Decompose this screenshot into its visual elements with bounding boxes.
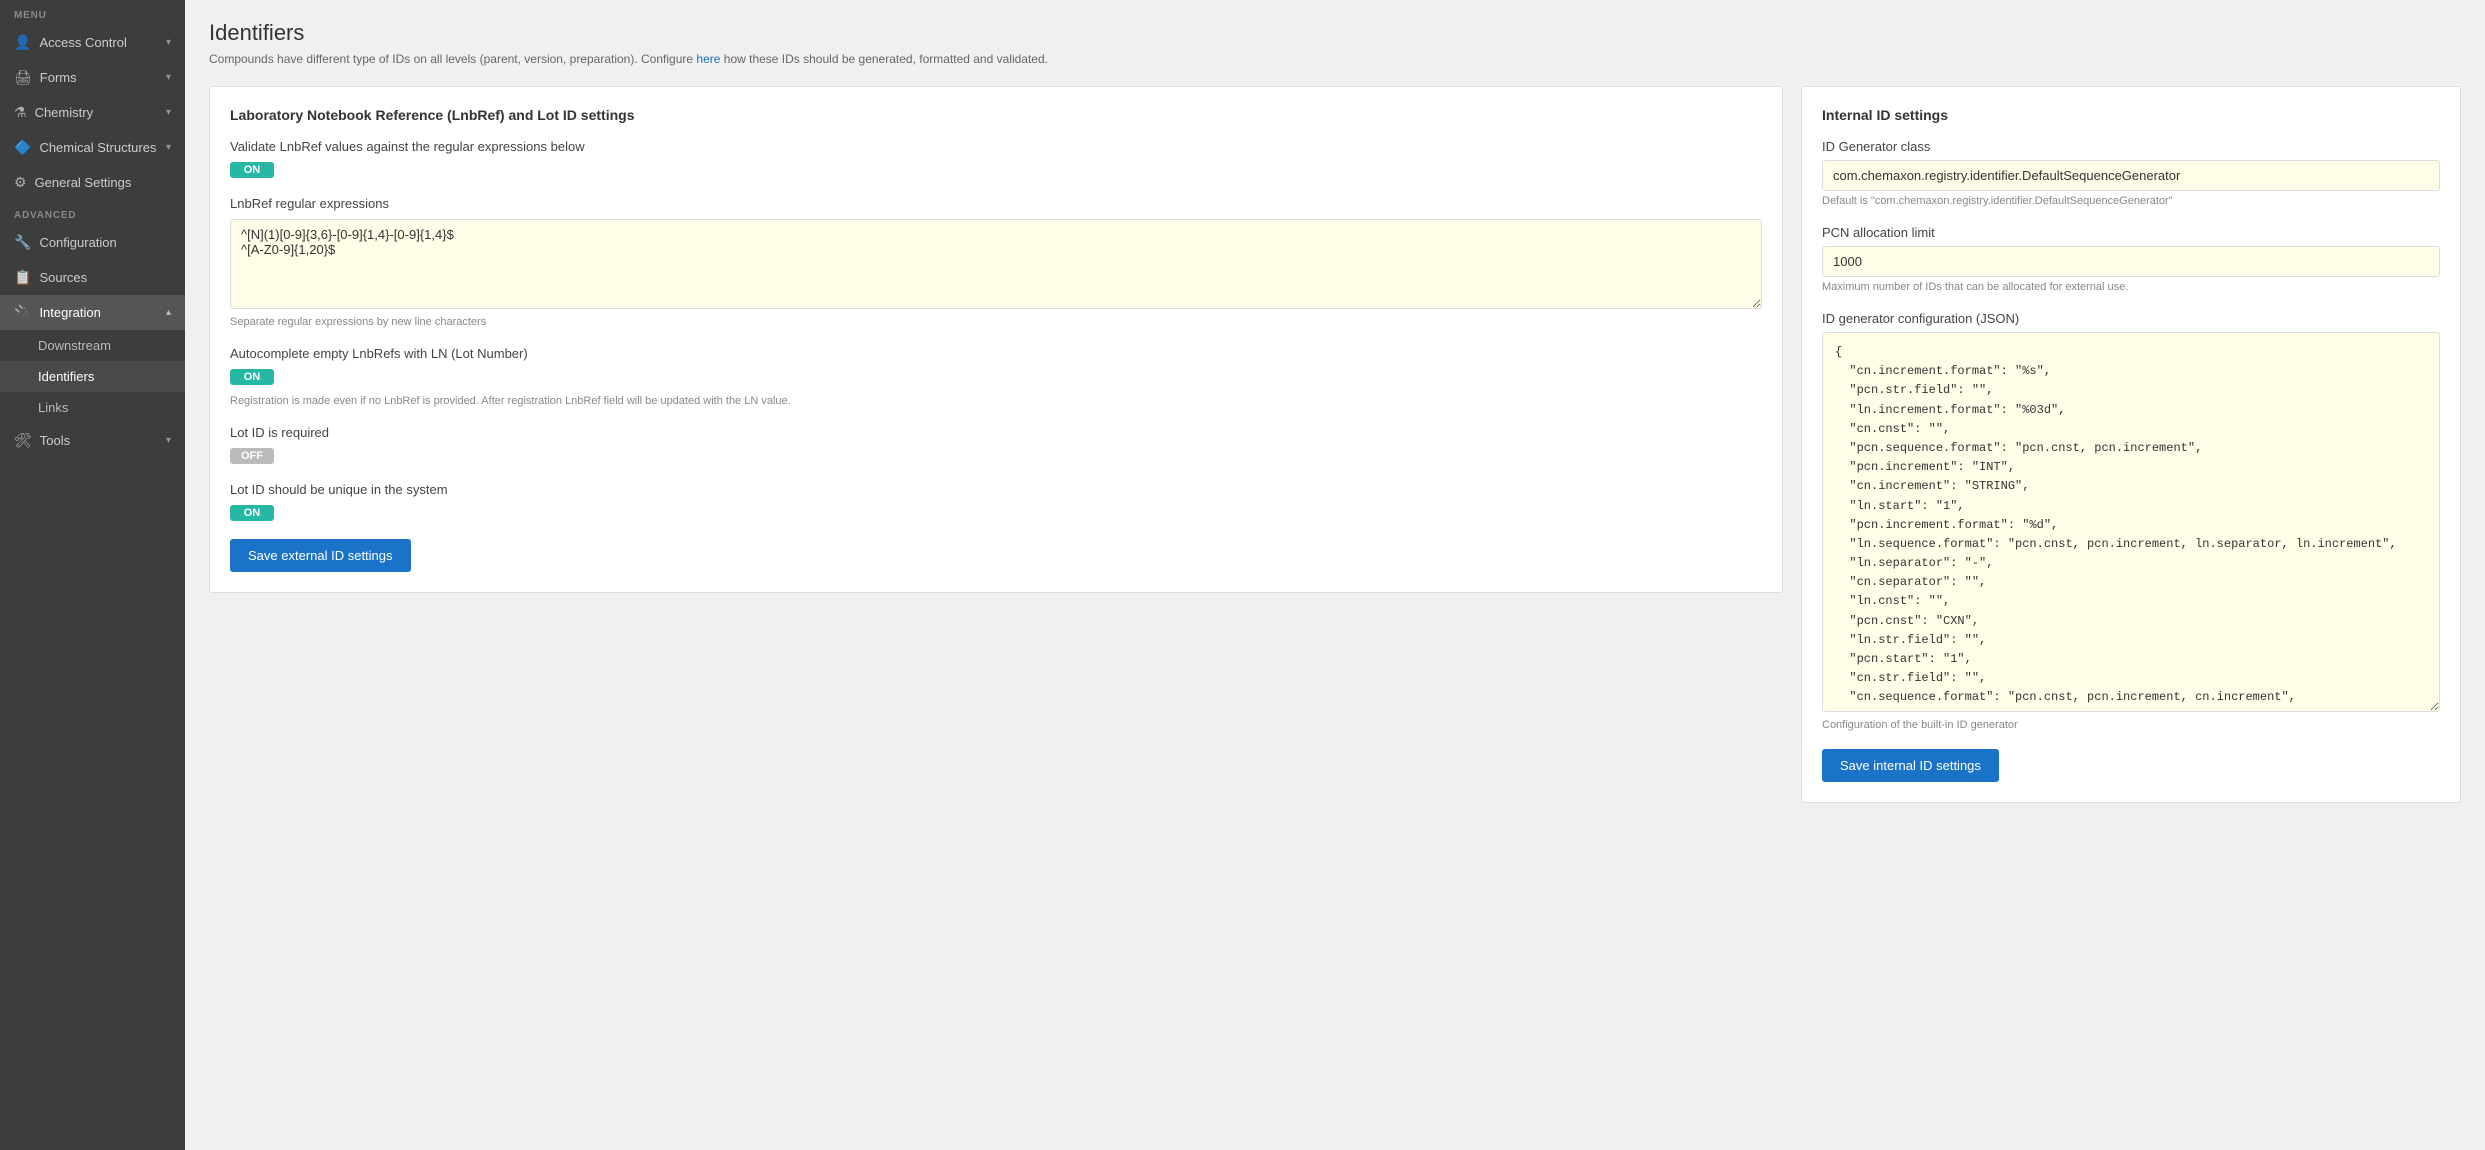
pcn-label: PCN allocation limit bbox=[1822, 225, 2440, 240]
validate-label: Validate LnbRef values against the regul… bbox=[230, 139, 1762, 154]
chevron-icon: ▾ bbox=[166, 107, 171, 118]
save-internal-id-button[interactable]: Save internal ID settings bbox=[1822, 749, 1999, 782]
general-settings-icon: ⚙ bbox=[14, 174, 27, 191]
autocomplete-section: Autocomplete empty LnbRefs with LN (Lot … bbox=[230, 346, 1762, 407]
id-generator-section: ID Generator class Default is "com.chema… bbox=[1822, 139, 2440, 207]
right-panel-title: Internal ID settings bbox=[1822, 107, 2440, 123]
regex-section: LnbRef regular expressions Separate regu… bbox=[230, 196, 1762, 328]
sidebar-item-general-settings[interactable]: ⚙ General Settings bbox=[0, 165, 185, 200]
sidebar-item-label: Chemical Structures bbox=[39, 140, 156, 155]
regex-helper: Separate regular expressions by new line… bbox=[230, 316, 1762, 328]
sidebar-item-integration[interactable]: 🔌 Integration ▴ bbox=[0, 295, 185, 330]
lot-unique-label: Lot ID should be unique in the system bbox=[230, 482, 1762, 497]
lot-required-label: Lot ID is required bbox=[230, 425, 1762, 440]
sidebar-item-configuration[interactable]: 🔧 Configuration bbox=[0, 225, 185, 260]
lot-required-toggle-row: OFF bbox=[230, 448, 1762, 464]
save-external-id-button[interactable]: Save external ID settings bbox=[230, 539, 411, 572]
autocomplete-helper: Registration is made even if no LnbRef i… bbox=[230, 395, 1762, 407]
json-textarea[interactable] bbox=[1822, 332, 2440, 712]
sidebar-item-label: Forms bbox=[40, 70, 77, 85]
chevron-icon: ▾ bbox=[166, 72, 171, 83]
access-control-icon: 👤 bbox=[14, 34, 31, 51]
chemistry-icon: ⚗ bbox=[14, 104, 27, 121]
json-section: ID generator configuration (JSON) Config… bbox=[1822, 311, 2440, 731]
autocomplete-toggle[interactable]: ON bbox=[230, 369, 274, 385]
lot-unique-section: Lot ID should be unique in the system ON bbox=[230, 482, 1762, 521]
sub-item-label: Downstream bbox=[38, 338, 111, 353]
main-content: Identifiers Compounds have different typ… bbox=[185, 0, 2485, 1150]
autocomplete-toggle-row: ON bbox=[230, 369, 1762, 385]
id-generator-helper: Default is "com.chemaxon.registry.identi… bbox=[1822, 195, 2440, 207]
sidebar-item-chemistry[interactable]: ⚗ Chemistry ▾ bbox=[0, 95, 185, 130]
sidebar: MENU 👤 Access Control ▾ 🖨 Forms ▾ ⚗ Chem… bbox=[0, 0, 185, 1150]
json-helper: Configuration of the built-in ID generat… bbox=[1822, 719, 2440, 731]
id-generator-label: ID Generator class bbox=[1822, 139, 2440, 154]
sidebar-item-label: Access Control bbox=[39, 35, 126, 50]
lot-required-section: Lot ID is required OFF bbox=[230, 425, 1762, 464]
sidebar-sub-item-identifiers[interactable]: Identifiers bbox=[0, 361, 185, 392]
chevron-icon: ▾ bbox=[166, 142, 171, 153]
chevron-icon: ▴ bbox=[166, 307, 171, 318]
advanced-label: ADVANCED bbox=[0, 200, 185, 225]
chevron-icon: ▾ bbox=[166, 37, 171, 48]
validate-toggle-row: ON bbox=[230, 162, 1762, 178]
panels-row: Laboratory Notebook Reference (LnbRef) a… bbox=[209, 86, 2461, 803]
left-panel-title: Laboratory Notebook Reference (LnbRef) a… bbox=[230, 107, 1762, 123]
sidebar-sub-item-links[interactable]: Links bbox=[0, 392, 185, 423]
json-label: ID generator configuration (JSON) bbox=[1822, 311, 2440, 326]
lot-unique-toggle-row: ON bbox=[230, 505, 1762, 521]
sidebar-item-label: General Settings bbox=[35, 175, 132, 190]
sidebar-item-sources[interactable]: 📋 Sources bbox=[0, 260, 185, 295]
sidebar-sub-item-downstream[interactable]: Downstream bbox=[0, 330, 185, 361]
regex-textarea[interactable] bbox=[230, 219, 1762, 309]
configuration-icon: 🔧 bbox=[14, 234, 31, 251]
tools-icon: 🛠 bbox=[14, 432, 32, 449]
sidebar-item-forms[interactable]: 🖨 Forms ▾ bbox=[0, 60, 185, 95]
forms-icon: 🖨 bbox=[14, 69, 32, 86]
chevron-icon: ▾ bbox=[166, 435, 171, 446]
configure-link[interactable]: here bbox=[696, 52, 720, 66]
autocomplete-label: Autocomplete empty LnbRefs with LN (Lot … bbox=[230, 346, 1762, 361]
sidebar-item-label: Configuration bbox=[39, 235, 116, 250]
sidebar-item-label: Tools bbox=[40, 433, 70, 448]
chemical-structures-icon: 🔷 bbox=[14, 139, 31, 156]
regex-label: LnbRef regular expressions bbox=[230, 196, 1762, 211]
lot-required-toggle[interactable]: OFF bbox=[230, 448, 274, 464]
sub-item-label: Identifiers bbox=[38, 369, 94, 384]
page-subtitle: Compounds have different type of IDs on … bbox=[209, 52, 2461, 66]
validate-section: Validate LnbRef values against the regul… bbox=[230, 139, 1762, 178]
pcn-input[interactable] bbox=[1822, 246, 2440, 277]
sidebar-item-access-control[interactable]: 👤 Access Control ▾ bbox=[0, 25, 185, 60]
left-panel: Laboratory Notebook Reference (LnbRef) a… bbox=[209, 86, 1783, 593]
id-generator-input[interactable] bbox=[1822, 160, 2440, 191]
right-panel: Internal ID settings ID Generator class … bbox=[1801, 86, 2461, 803]
sidebar-item-label: Chemistry bbox=[35, 105, 94, 120]
validate-toggle[interactable]: ON bbox=[230, 162, 274, 178]
lot-unique-toggle[interactable]: ON bbox=[230, 505, 274, 521]
pcn-section: PCN allocation limit Maximum number of I… bbox=[1822, 225, 2440, 293]
sidebar-item-label: Sources bbox=[39, 270, 87, 285]
sidebar-item-chemical-structures[interactable]: 🔷 Chemical Structures ▾ bbox=[0, 130, 185, 165]
sources-icon: 📋 bbox=[14, 269, 31, 286]
pcn-helper: Maximum number of IDs that can be alloca… bbox=[1822, 281, 2440, 293]
page-title: Identifiers bbox=[209, 20, 2461, 46]
sidebar-item-tools[interactable]: 🛠 Tools ▾ bbox=[0, 423, 185, 458]
sidebar-item-label: Integration bbox=[39, 305, 100, 320]
menu-label: MENU bbox=[0, 0, 185, 25]
integration-icon: 🔌 bbox=[14, 304, 31, 321]
sub-item-label: Links bbox=[38, 400, 68, 415]
